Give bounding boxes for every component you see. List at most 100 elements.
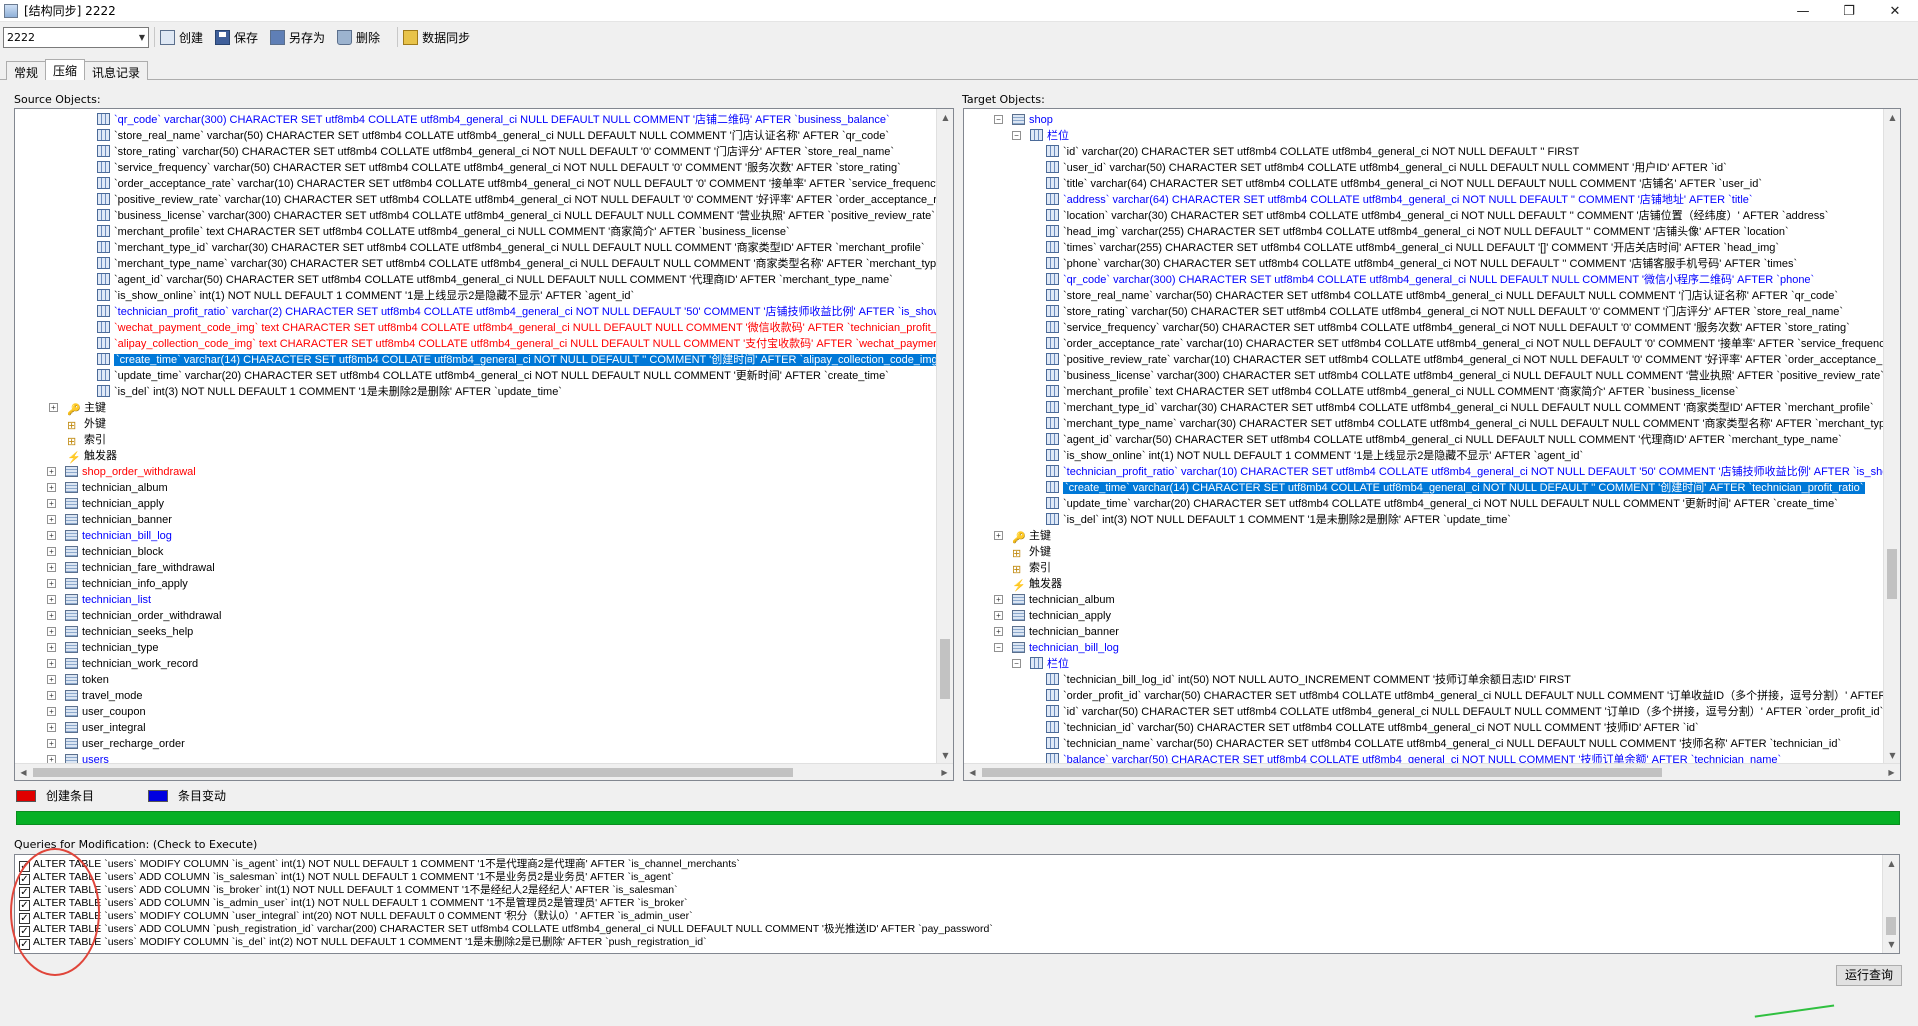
tree-table-item[interactable]: + technician_fare_withdrawal (47, 560, 215, 576)
tree-column-item[interactable]: `positive_review_rate` varchar(10) CHARA… (97, 192, 953, 208)
tree-column-item[interactable]: `create_time` varchar(14) CHARACTER SET … (1046, 480, 1866, 496)
expand-icon[interactable]: + (47, 531, 56, 540)
expand-icon[interactable]: + (994, 611, 1003, 620)
tree-table-item[interactable]: + technician_work_record (47, 656, 198, 672)
tree-column-item[interactable]: `service_frequency` varchar(50) CHARACTE… (97, 160, 901, 176)
expand-icon[interactable]: + (47, 547, 56, 556)
tree-column-item[interactable]: `merchant_type_name` varchar(30) CHARACT… (1046, 416, 1900, 432)
tree-group-item[interactable]: ⊞ 外键 (1012, 544, 1051, 560)
source-objects-tree[interactable]: + users + user_recharge_order + user_integral… (14, 108, 954, 781)
tree-column-item[interactable]: `update_time` varchar(20) CHARACTER SET … (1046, 496, 1838, 512)
tree-column-item[interactable]: `agent_id` varchar(50) CHARACTER SET utf… (97, 272, 893, 288)
create-button[interactable]: 创建 (160, 29, 203, 46)
collapse-icon[interactable]: − (994, 115, 1003, 124)
target-objects-tree[interactable]: `balance` varchar(50) CHARACTER SET utf8… (963, 108, 1901, 781)
expand-icon[interactable]: + (47, 611, 56, 620)
query-item[interactable]: ✓ ALTER TABLE `users` MODIFY COLUMN `is_a… (19, 858, 740, 872)
scroll-down-icon[interactable]: ▼ (1884, 747, 1900, 764)
tree-column-item[interactable]: `order_profit_id` varchar(50) CHARACTER … (1046, 688, 1900, 704)
collapse-icon[interactable]: − (1012, 131, 1021, 140)
close-button[interactable]: ✕ (1872, 0, 1918, 22)
tree-column-item[interactable]: `alipay_collection_code_img` text CHARAC… (97, 336, 953, 352)
tree-group-item[interactable]: ⊞ 索引 (67, 432, 106, 448)
tree-table-item[interactable]: + technician_album (47, 480, 168, 496)
scroll-up-icon[interactable]: ▲ (1883, 855, 1899, 872)
tree-column-item[interactable]: `agent_id` varchar(50) CHARACTER SET utf… (1046, 432, 1842, 448)
query-item[interactable]: ✓ ALTER TABLE `users` ADD COLUMN `is_brok… (19, 884, 678, 898)
save-button[interactable]: 保存 (215, 29, 258, 46)
scroll-thumb[interactable] (940, 639, 950, 699)
tree-group-item[interactable]: ⚡ 触发器 (67, 448, 117, 464)
restore-button[interactable]: ❐ (1826, 0, 1872, 22)
scroll-down-icon[interactable]: ▼ (937, 747, 953, 764)
tree-column-item[interactable]: `merchant_profile` text CHARACTER SET ut… (97, 224, 790, 240)
tree-column-item[interactable]: `qr_code` varchar(300) CHARACTER SET utf… (97, 112, 890, 128)
tree-folder-item[interactable]: − 栏位 (1012, 656, 1069, 672)
tree-column-item[interactable]: `store_rating` varchar(50) CHARACTER SET… (97, 144, 894, 160)
tree-folder-item[interactable]: − 栏位 (1012, 128, 1069, 144)
tree-column-item[interactable]: `technician_id` varchar(50) CHARACTER SE… (1046, 720, 1699, 736)
tree-column-item[interactable]: `user_id` varchar(50) CHARACTER SET utf8… (1046, 160, 1727, 176)
expand-icon[interactable]: + (47, 627, 56, 636)
tree-table-item[interactable]: + technician_bill_log (47, 528, 172, 544)
tree-table-item[interactable]: + user_recharge_order (47, 736, 185, 752)
scroll-right-icon[interactable]: ▶ (936, 764, 953, 780)
expand-icon[interactable]: + (47, 563, 56, 572)
data-sync-button[interactable]: 数据同步 (403, 29, 470, 46)
source-horizontal-scrollbar[interactable]: ◀ ▶ (15, 763, 953, 780)
tree-table-item[interactable]: + technician_block (47, 544, 163, 560)
scroll-right-icon[interactable]: ▶ (1883, 764, 1900, 780)
tab-message-log[interactable]: 讯息记录 (84, 61, 149, 80)
tree-table-item[interactable]: + technician_seeks_help (47, 624, 193, 640)
expand-icon[interactable]: + (994, 531, 1003, 540)
source-vertical-scrollbar[interactable]: ▲ ▼ (936, 109, 953, 764)
tree-column-item[interactable]: `technician_profit_ratio` varchar(10) CH… (1046, 464, 1900, 480)
tree-column-item[interactable]: `technician_profit_ratio` varchar(2) CHA… (97, 304, 953, 320)
query-item[interactable]: ✓ ALTER TABLE `users` ADD COLUMN `is_sale… (19, 871, 674, 885)
tree-column-item[interactable]: `business_license` varchar(300) CHARACTE… (97, 208, 935, 224)
target-vertical-scrollbar[interactable]: ▲ ▼ (1883, 109, 1900, 764)
tree-column-item[interactable]: `title` varchar(64) CHARACTER SET utf8mb… (1046, 176, 1762, 192)
tree-column-item[interactable]: `order_acceptance_rate` varchar(10) CHAR… (97, 176, 945, 192)
tree-column-item[interactable]: `technician_name` varchar(50) CHARACTER … (1046, 736, 1841, 752)
tree-group-item[interactable]: ⊞ 索引 (1012, 560, 1051, 576)
tree-table-item[interactable]: − technician_bill_log (994, 640, 1119, 656)
tree-column-item[interactable]: `merchant_type_id` varchar(30) CHARACTER… (1046, 400, 1874, 416)
expand-icon[interactable]: + (47, 643, 56, 652)
expand-icon[interactable]: + (47, 595, 56, 604)
scroll-thumb[interactable] (982, 768, 1662, 777)
expand-icon[interactable]: + (994, 627, 1003, 636)
tree-column-item[interactable]: `is_del` int(3) NOT NULL DEFAULT 1 COMME… (97, 384, 562, 400)
tree-column-item[interactable]: `head_img` varchar(255) CHARACTER SET ut… (1046, 224, 1789, 240)
tree-table-item[interactable]: + technician_album (994, 592, 1115, 608)
expand-icon[interactable]: + (47, 659, 56, 668)
scroll-thumb[interactable] (1886, 917, 1896, 935)
tree-table-item[interactable]: + user_coupon (47, 704, 146, 720)
expand-icon[interactable]: + (47, 483, 56, 492)
tree-table-item[interactable]: + user_integral (47, 720, 146, 736)
tree-column-item[interactable]: `times` varchar(255) CHARACTER SET utf8m… (1046, 240, 1779, 256)
tree-table-item[interactable]: + travel_mode (47, 688, 143, 704)
tree-column-item[interactable]: `location` varchar(30) CHARACTER SET utf… (1046, 208, 1828, 224)
tree-column-item[interactable]: `merchant_profile` text CHARACTER SET ut… (1046, 384, 1739, 400)
scroll-thumb[interactable] (1887, 549, 1897, 599)
tree-table-item[interactable]: + shop_order_withdrawal (47, 464, 196, 480)
tree-column-item[interactable]: `store_real_name` varchar(50) CHARACTER … (97, 128, 889, 144)
tree-column-item[interactable]: `is_show_online` int(1) NOT NULL DEFAULT… (97, 288, 634, 304)
queries-list[interactable]: ✓ ALTER TABLE `users` MODIFY COLUMN `is_d… (14, 854, 1900, 954)
tree-table-item[interactable]: + technician_type (47, 640, 158, 656)
tree-table-item[interactable]: + technician_order_withdrawal (47, 608, 221, 624)
query-item[interactable]: ✓ ALTER TABLE `users` ADD COLUMN `is_admi… (19, 897, 688, 911)
tree-column-item[interactable]: `store_rating` varchar(50) CHARACTER SET… (1046, 304, 1843, 320)
expand-icon[interactable]: + (47, 739, 56, 748)
tree-column-item[interactable]: `technician_bill_log_id` int(50) NOT NUL… (1046, 672, 1571, 688)
run-query-button[interactable]: 运行查询 (1835, 965, 1902, 986)
expand-icon[interactable]: + (47, 691, 56, 700)
scroll-up-icon[interactable]: ▲ (937, 109, 953, 126)
save-as-button[interactable]: 另存为 (270, 29, 325, 46)
scroll-down-icon[interactable]: ▼ (1883, 936, 1899, 953)
tree-table-item[interactable]: + token (47, 672, 109, 688)
tab-general[interactable]: 常规 (6, 61, 47, 80)
tree-group-item[interactable]: ⚡ 触发器 (1012, 576, 1062, 592)
tree-column-item[interactable]: `business_license` varchar(300) CHARACTE… (1046, 368, 1884, 384)
